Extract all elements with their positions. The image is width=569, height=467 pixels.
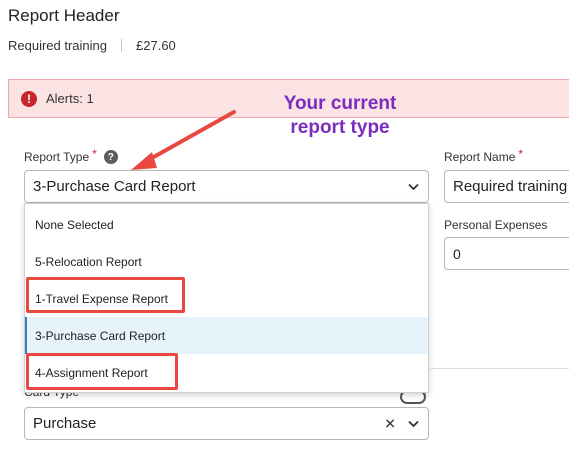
option-assignment-report[interactable]: 4-Assignment Report [25, 354, 428, 391]
option-none-selected[interactable]: None Selected [25, 206, 428, 243]
required-mark: * [518, 147, 524, 161]
chevron-down-icon [408, 183, 419, 190]
callout-line-1: Your current [283, 93, 397, 114]
personal-expenses-input[interactable]: 0 [444, 237, 569, 270]
option-label: 3-Purchase Card Report [35, 328, 166, 343]
personal-expenses-label: Personal Expenses [444, 218, 548, 232]
chevron-down-icon [408, 420, 419, 427]
card-type-select[interactable]: Purchase ✕ [24, 407, 429, 440]
amount-summary: £27.60 [136, 38, 176, 53]
option-label: 1-Travel Expense Report [35, 291, 168, 306]
clear-icon[interactable]: ✕ [384, 415, 396, 432]
exclamation-icon: ! [21, 90, 37, 107]
option-label: None Selected [35, 217, 114, 232]
callout-line-2: report type [290, 117, 390, 138]
report-name-summary: Required training [8, 38, 108, 53]
section-divider [430, 368, 569, 369]
option-relocation-report[interactable]: 5-Relocation Report [25, 243, 428, 280]
report-type-select[interactable]: 3-Purchase Card Report [24, 170, 429, 203]
report-type-dropdown: None Selected 5-Relocation Report 1-Trav… [24, 203, 429, 393]
option-purchase-card-report[interactable]: 3-Purchase Card Report [25, 317, 428, 354]
report-name-input[interactable]: Required training [444, 170, 569, 203]
report-type-label-text: Report Type [24, 150, 90, 164]
option-label: 5-Relocation Report [35, 254, 142, 269]
annotation-callout: Your current report type [255, 92, 425, 140]
report-name-label-text: Report Name [444, 150, 516, 164]
report-name-label: Report Name * [444, 147, 524, 164]
card-type-value: Purchase [33, 415, 97, 432]
help-icon[interactable]: ? [103, 150, 118, 164]
page-title: Report Header [8, 6, 120, 25]
report-type-value: 3-Purchase Card Report [33, 178, 196, 195]
report-type-label: Report Type * ? [24, 147, 118, 164]
header-subline: Required training £27.60 [8, 38, 176, 53]
required-mark: * [92, 147, 97, 161]
alerts-text: Alerts: 1 [46, 91, 94, 106]
divider [121, 39, 123, 52]
option-label: 4-Assignment Report [35, 365, 148, 380]
option-travel-expense-report[interactable]: 1-Travel Expense Report [25, 280, 428, 317]
